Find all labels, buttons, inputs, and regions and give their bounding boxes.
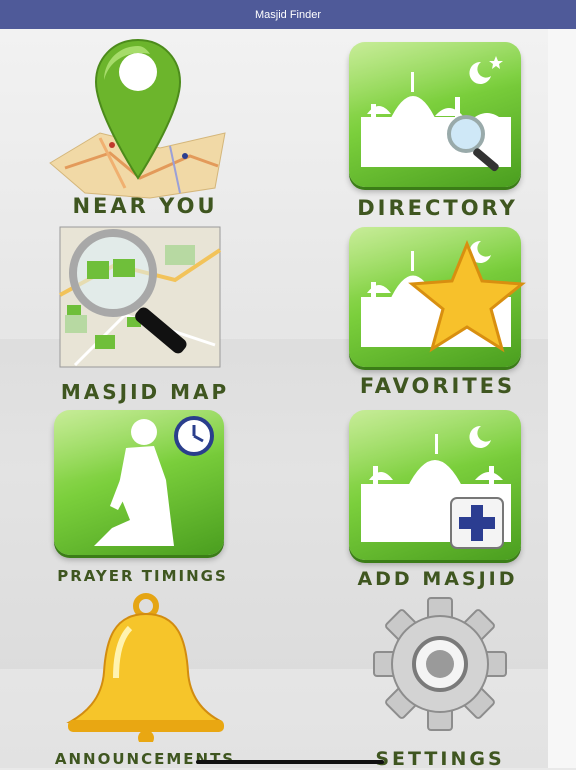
map-pin-icon (49, 38, 226, 199)
favorites-button[interactable]: FAVORITES (345, 225, 530, 405)
prayer-tile-bg (54, 410, 224, 555)
add-masjid-label: ADD MASJID (357, 568, 518, 590)
mosque-add-icon (361, 425, 511, 549)
directory-button[interactable]: DIRECTORY (345, 40, 530, 225)
nav-bar: Masjid Finder (0, 0, 576, 29)
settings-label: SETTINGS (375, 748, 505, 770)
settings-button[interactable]: SETTINGS (355, 592, 525, 770)
gear-icon (373, 597, 507, 731)
bell-icon (66, 593, 224, 742)
favorites-label: FAVORITES (359, 374, 516, 398)
near-you-button[interactable]: NEAR YOU (40, 38, 250, 223)
home-indicator[interactable] (196, 760, 384, 764)
directory-tile-bg (349, 42, 521, 187)
add-masjid-button[interactable]: ADD MASJID (345, 408, 530, 590)
prayer-timings-label: PRAYER TIMINGS (57, 567, 228, 585)
star-icon (408, 240, 526, 353)
map-magnifier-icon (59, 226, 222, 368)
prayer-timings-button[interactable]: PRAYER TIMINGS (50, 408, 235, 588)
add-masjid-tile-bg (349, 410, 521, 560)
masjid-map-label: MASJID MAP (60, 380, 230, 404)
scroll-area (548, 29, 576, 768)
app-title: Masjid Finder (254, 8, 322, 21)
mosque-search-icon (361, 56, 511, 172)
near-you-label: NEAR YOU (72, 194, 218, 218)
masjid-map-button[interactable]: MASJID MAP (55, 225, 235, 405)
announcements-button[interactable]: ANNOUNCEMENTS (50, 592, 240, 768)
praying-person-clock-icon (94, 416, 214, 546)
announcements-label: ANNOUNCEMENTS (54, 750, 236, 768)
directory-label: DIRECTORY (357, 196, 518, 220)
